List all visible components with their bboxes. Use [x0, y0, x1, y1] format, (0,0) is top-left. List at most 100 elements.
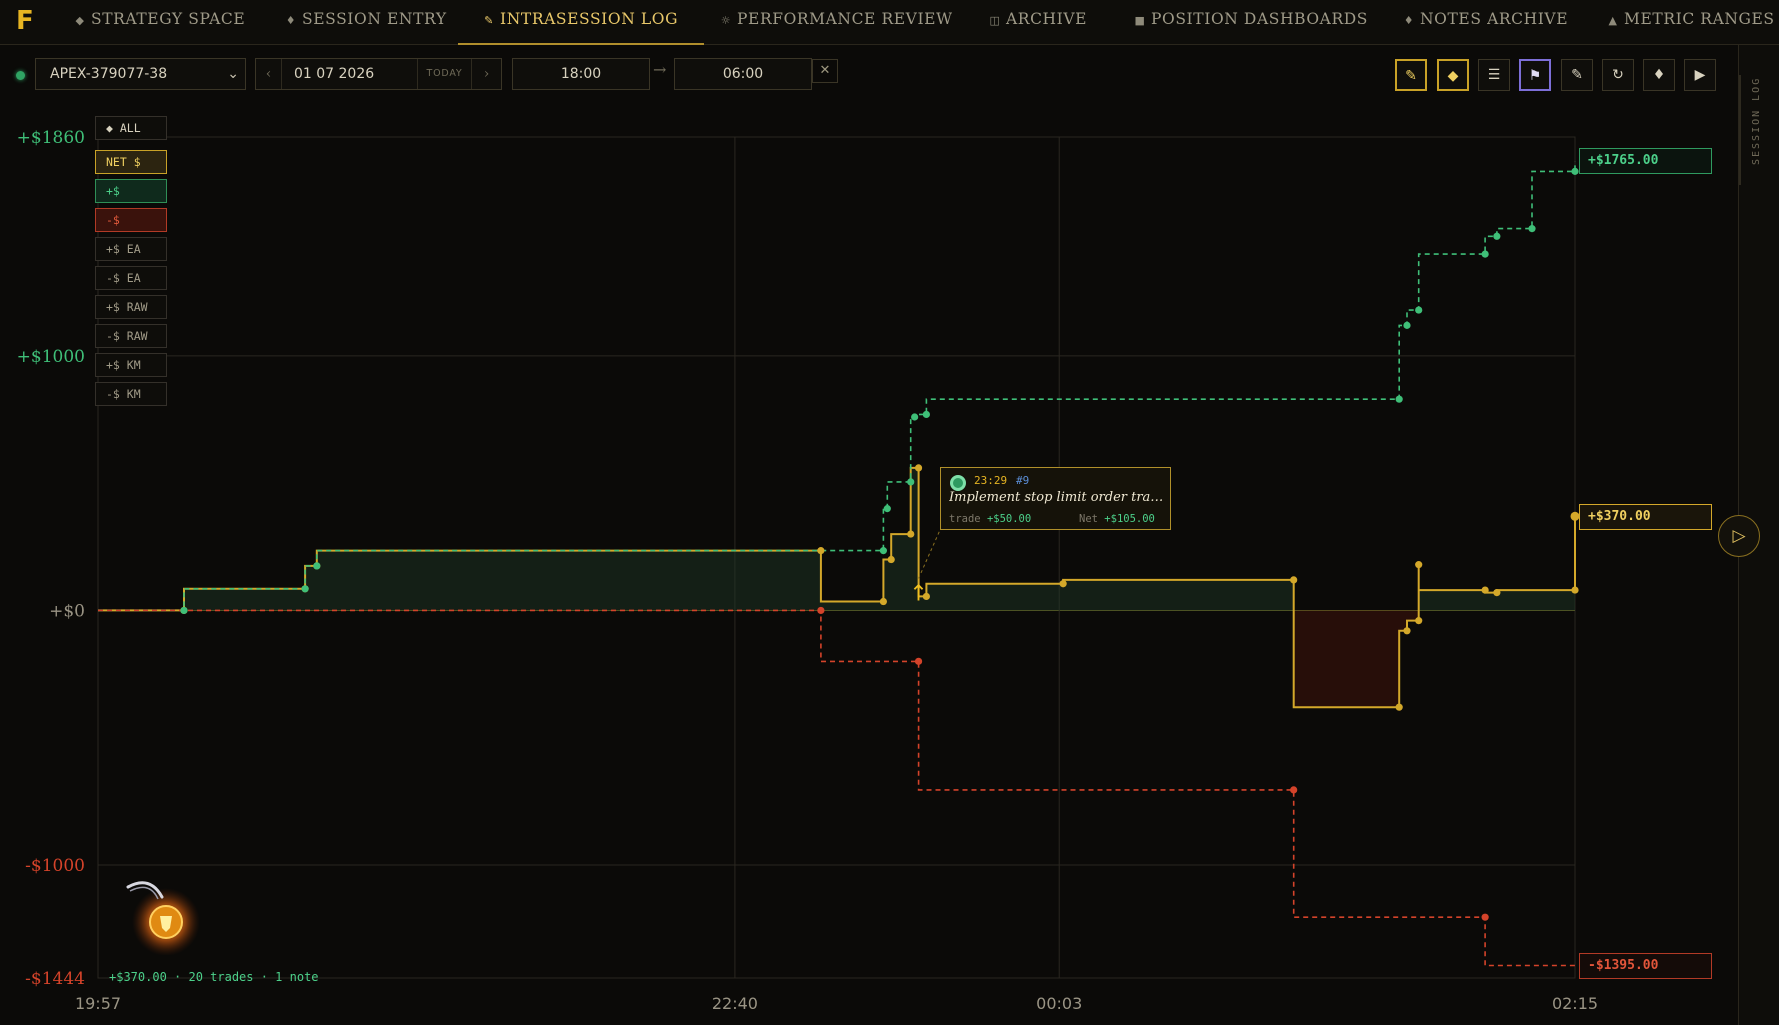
trade-tooltip: 23:29 #9 Implement stop limit order tra……	[940, 467, 1171, 530]
filter-neg-km-button[interactable]: -$ KM	[95, 382, 167, 406]
data-point	[1290, 576, 1298, 584]
account-select[interactable]: APEX-379077-38 ⌄	[35, 58, 246, 90]
today-button[interactable]: TODAY	[418, 59, 472, 89]
data-point	[911, 413, 919, 421]
net-label: Net	[1079, 513, 1098, 525]
data-point	[922, 410, 930, 419]
trade-label: trade	[949, 513, 981, 525]
data-point	[914, 464, 923, 472]
tab-position-dashboards[interactable]: ■ POSITION DASHBOARDS	[1133, 0, 1368, 45]
data-point	[879, 597, 887, 606]
mascot-icon[interactable]	[120, 875, 200, 955]
diamond-icon: ♦	[1403, 14, 1415, 27]
pencil-tool-button[interactable]: ✎	[1395, 59, 1427, 91]
data-point	[883, 505, 891, 513]
tab-session-entry[interactable]: ♦ SESSION ENTRY	[284, 0, 447, 45]
pencil-icon: ✎	[484, 14, 494, 27]
negative-total-tag: -$1395.00	[1579, 953, 1712, 979]
positive-total-tag: +$1765.00	[1579, 148, 1712, 174]
tab-label: STRATEGY SPACE	[91, 10, 246, 28]
date-picker: ‹ 01 07 2026 TODAY ›	[255, 58, 502, 90]
flag-tool-button[interactable]: ⚑	[1519, 59, 1551, 91]
data-point	[1395, 703, 1403, 711]
net-value: +$105.00	[1104, 513, 1155, 525]
marker-icon: ♦	[1652, 67, 1666, 83]
trade-value: +$50.00	[986, 513, 1032, 525]
refresh-button[interactable]: ↻	[1602, 59, 1634, 91]
flag-icon: ⚑	[1528, 68, 1542, 84]
tab-archive[interactable]: ◫ ARCHIVE	[988, 0, 1087, 45]
arrow-right-icon: →	[653, 60, 667, 79]
tooltip-net-pnl: Net +$105.00	[1079, 513, 1155, 525]
session-summary: +$370.00 · 20 trades · 1 note	[109, 970, 319, 984]
filter-pos-km-button[interactable]: +$ KM	[95, 353, 167, 377]
data-point	[907, 478, 915, 486]
filter-neg-ea-button[interactable]: -$ EA	[95, 266, 167, 290]
y-tick-label: -$1444	[25, 969, 85, 989]
data-point	[1528, 225, 1536, 233]
data-point	[1403, 321, 1411, 329]
diamond-icon: ♦	[285, 14, 297, 27]
tooltip-time: 23:29	[974, 474, 1008, 487]
triangle-icon: ▲	[1608, 14, 1618, 27]
ruler-tool-button[interactable]: ✎	[1561, 59, 1593, 91]
data-point	[313, 562, 321, 570]
data-point	[1493, 589, 1501, 597]
tooltip-note: Implement stop limit order tra…	[949, 490, 1164, 505]
top-nav: F ◆ STRATEGY SPACE ♦ SESSION ENTRY ✎ INTRAS…	[0, 0, 1779, 45]
net-total-tag: +$370.00	[1579, 504, 1712, 530]
data-point	[1481, 250, 1489, 258]
tab-label: POSITION DASHBOARDS	[1151, 10, 1368, 28]
tab-label: METRIC RANGES	[1624, 10, 1775, 28]
date-field[interactable]: 01 07 2026	[282, 59, 418, 89]
end-time-field[interactable]: 06:00	[674, 58, 812, 90]
data-point	[887, 555, 895, 564]
play-button[interactable]: ▶	[1684, 59, 1716, 91]
y-tick-label: +$0	[49, 601, 85, 621]
marker-tool-button[interactable]: ♦	[1643, 59, 1675, 91]
tooltip-trade-pnl: trade +$50.00	[949, 513, 1031, 525]
data-point	[1415, 306, 1423, 314]
data-point	[1415, 617, 1423, 625]
filter-net-button[interactable]: NET $	[95, 150, 167, 174]
account-value: APEX-379077-38	[50, 66, 168, 82]
data-point	[1571, 586, 1579, 594]
trade-status-dot	[950, 475, 966, 491]
data-point	[817, 606, 825, 615]
data-point	[817, 547, 825, 555]
filter-neg-raw-button[interactable]: -$ RAW	[95, 324, 167, 348]
tab-performance-review[interactable]: ☼ PERFORMANCE REVIEW	[719, 0, 953, 45]
data-point	[879, 547, 887, 555]
filter-all-button[interactable]: ◆ ALL	[95, 116, 167, 140]
data-point	[1403, 627, 1411, 635]
tab-notes-archive[interactable]: ♦ NOTES ARCHIVE	[1402, 0, 1568, 45]
tab-intrasession-log[interactable]: ✎ INTRASESSION LOG	[458, 0, 705, 45]
next-day-button[interactable]: ›	[472, 59, 501, 89]
filter-negative-button[interactable]: -$	[95, 208, 167, 232]
tab-label: ARCHIVE	[1006, 10, 1088, 28]
data-point	[1395, 395, 1403, 403]
tab-label: NOTES ARCHIVE	[1420, 10, 1569, 28]
pnl-chart[interactable]: +$1860 +$1000 +$0 -$1000 -$1444 19:57 22:40 00:…	[0, 100, 1738, 1025]
diamond-tool-button[interactable]: ◆	[1437, 59, 1469, 91]
square-icon: ■	[1134, 14, 1146, 27]
rail-label: SESSION LOG	[1751, 76, 1762, 165]
data-point	[1059, 580, 1067, 588]
filter-pos-ea-button[interactable]: +$ EA	[95, 237, 167, 261]
start-time-field[interactable]: 18:00	[512, 58, 650, 90]
panel-toggle-button[interactable]: ▷	[1718, 515, 1760, 557]
clear-time-button[interactable]: ✕	[812, 59, 838, 83]
x-tick-label: 02:15	[1552, 994, 1598, 1013]
list-tool-button[interactable]: ☰	[1478, 59, 1510, 91]
prev-day-button[interactable]: ‹	[256, 59, 282, 89]
filter-pos-raw-button[interactable]: +$ RAW	[95, 295, 167, 319]
filter-positive-button[interactable]: +$	[95, 179, 167, 203]
list-icon: ☰	[1487, 67, 1501, 83]
tab-label: SESSION ENTRY	[302, 10, 447, 28]
data-point	[1481, 586, 1489, 594]
archive-icon: ◫	[989, 14, 1001, 27]
tab-strategy-space[interactable]: ◆ STRATEGY SPACE	[73, 0, 245, 45]
tab-metric-ranges[interactable]: ▲ METRIC RANGES	[1606, 0, 1775, 45]
tooltip-leader	[918, 529, 941, 579]
tab-label: INTRASESSION LOG	[500, 10, 679, 28]
